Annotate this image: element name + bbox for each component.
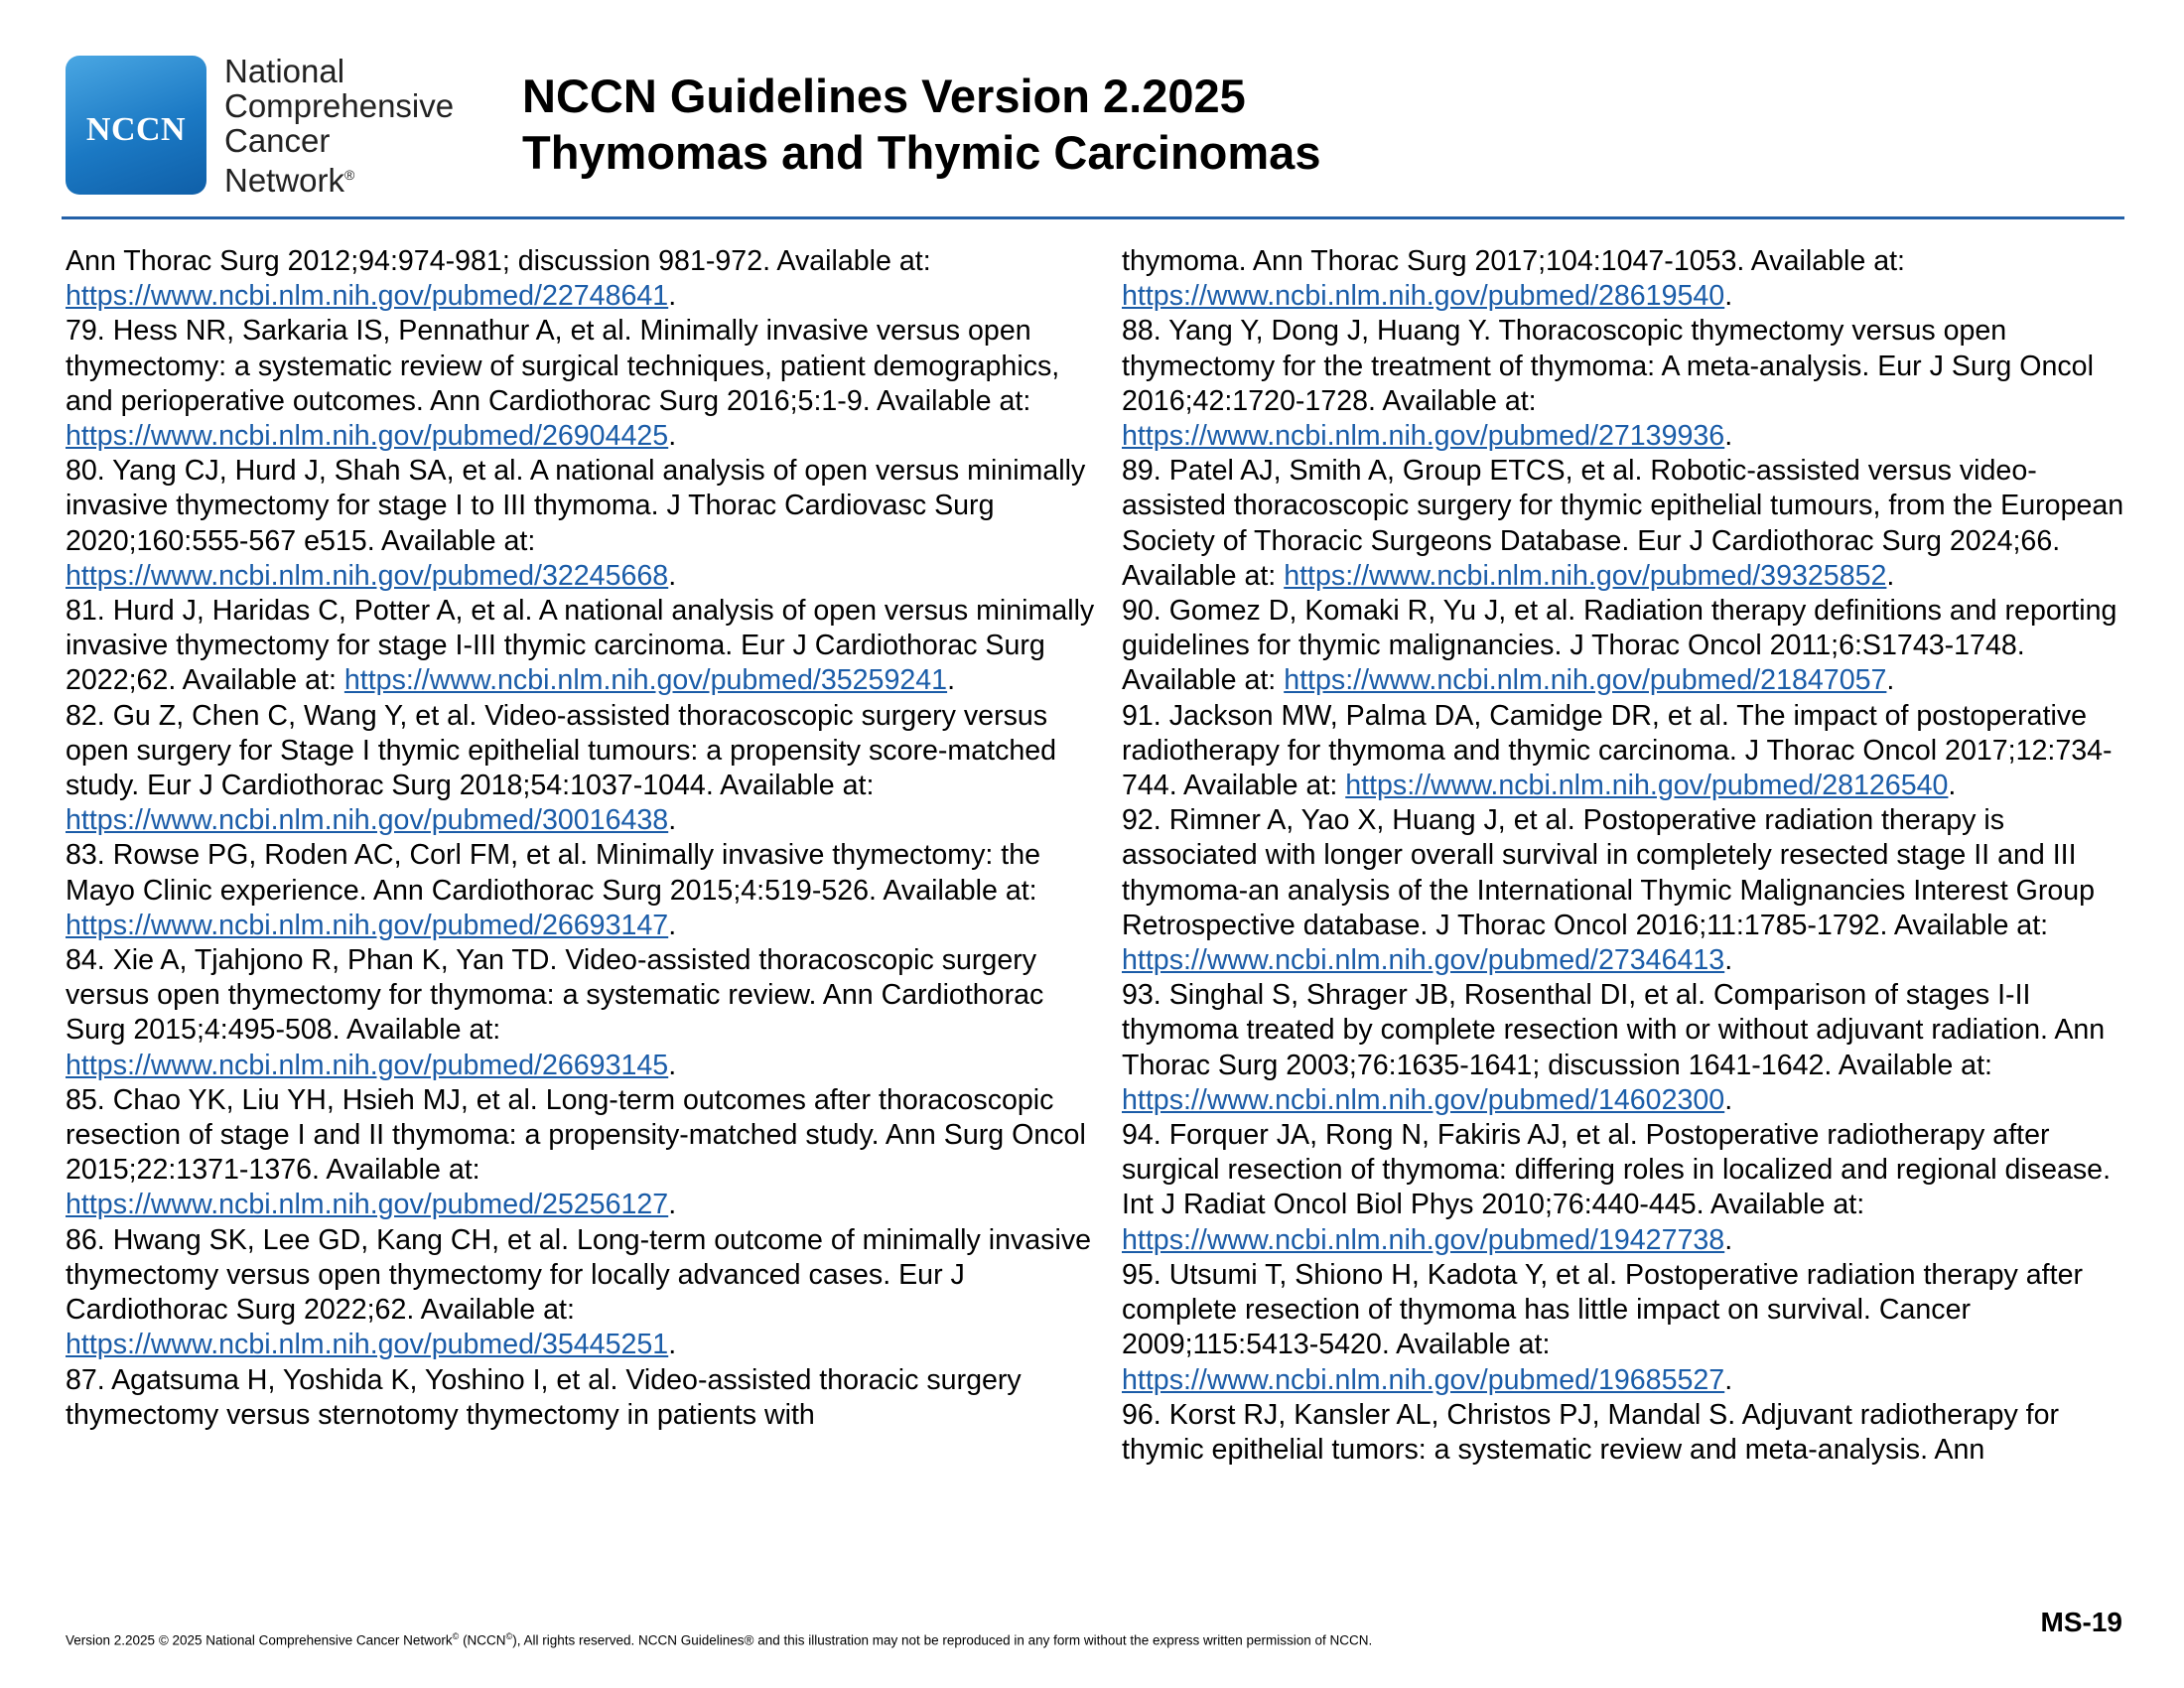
- pubmed-link[interactable]: https://www.ncbi.nlm.nih.gov/pubmed/3525…: [344, 664, 947, 696]
- organization-name: National Comprehensive Cancer Network®: [224, 54, 454, 198]
- reference-text: 84. Xie A, Tjahjono R, Phan K, Yan TD. V…: [66, 944, 1044, 1047]
- pubmed-link[interactable]: https://www.ncbi.nlm.nih.gov/pubmed/1942…: [1122, 1224, 1724, 1256]
- nccn-logo: NCCN: [66, 56, 206, 195]
- pubmed-link[interactable]: https://www.ncbi.nlm.nih.gov/pubmed/2274…: [66, 280, 668, 312]
- reference-text: 87. Agatsuma H, Yoshida K, Yoshino I, et…: [66, 1363, 1022, 1431]
- org-line: National: [224, 53, 345, 89]
- reference-text: 93. Singhal S, Shrager JB, Rosenthal DI,…: [1122, 979, 2106, 1081]
- registered-mark: ®: [344, 167, 355, 183]
- pubmed-link[interactable]: https://www.ncbi.nlm.nih.gov/pubmed/2669…: [66, 1050, 668, 1081]
- pubmed-link[interactable]: https://www.ncbi.nlm.nih.gov/pubmed/2812…: [1345, 770, 1948, 801]
- pubmed-link[interactable]: https://www.ncbi.nlm.nih.gov/pubmed/3932…: [1284, 560, 1886, 592]
- reference-text: 96. Korst RJ, Kansler AL, Christos PJ, M…: [1122, 1398, 2060, 1466]
- reference-text: Ann Thorac Surg 2012;94:974-981; discuss…: [66, 245, 931, 277]
- copyright-footer: Version 2.2025 © 2025 National Comprehen…: [66, 1631, 1372, 1648]
- pubmed-link[interactable]: https://www.ncbi.nlm.nih.gov/pubmed/3544…: [66, 1329, 668, 1360]
- reference-text: 88. Yang Y, Dong J, Huang Y. Thoracoscop…: [1122, 315, 2094, 417]
- pubmed-link[interactable]: https://www.ncbi.nlm.nih.gov/pubmed/2861…: [1122, 280, 1724, 312]
- reference-text: 85. Chao YK, Liu YH, Hsieh MJ, et al. Lo…: [66, 1083, 1086, 1187]
- page-title: NCCN Guidelines Version 2.2025 Thymomas …: [522, 68, 1320, 181]
- reference-item: 90. Gomez D, Komaki R, Yu J, et al. Radi…: [1122, 595, 2117, 697]
- reference-item: 93. Singhal S, Shrager JB, Rosenthal DI,…: [1122, 979, 2106, 1116]
- reference-item: 87. Agatsuma H, Yoshida K, Yoshino I, et…: [66, 1363, 1098, 1433]
- reference-text: 80. Yang CJ, Hurd J, Shah SA, et al. A n…: [66, 455, 1086, 557]
- reference-item: 86. Hwang SK, Lee GD, Kang CH, et al. Lo…: [66, 1223, 1092, 1361]
- reference-text: thymoma. Ann Thorac Surg 2017;104:1047-1…: [1122, 245, 1905, 277]
- org-line-text: Network: [224, 162, 345, 199]
- reference-item: 88. Yang Y, Dong J, Huang Y. Thoracoscop…: [1122, 315, 2094, 453]
- reference-item: thymoma. Ann Thorac Surg 2017;104:1047-1…: [1122, 245, 1905, 313]
- pubmed-link[interactable]: https://www.ncbi.nlm.nih.gov/pubmed/2713…: [1122, 420, 1724, 452]
- reference-item: 82. Gu Z, Chen C, Wang Y, et al. Video-a…: [66, 699, 1057, 837]
- reference-item: 95. Utsumi T, Shiono H, Kadota Y, et al.…: [1122, 1258, 2083, 1396]
- footer-text: ), All rights reserved. NCCN Guidelines®…: [512, 1632, 1373, 1648]
- footer-text: (NCCN: [459, 1632, 506, 1648]
- reference-text: 94. Forquer JA, Rong N, Fakiris AJ, et a…: [1122, 1119, 2112, 1221]
- reference-item: 81. Hurd J, Haridas C, Potter A, et al. …: [66, 595, 1095, 697]
- pubmed-link[interactable]: https://www.ncbi.nlm.nih.gov/pubmed/2669…: [66, 910, 668, 941]
- reference-text: 86. Hwang SK, Lee GD, Kang CH, et al. Lo…: [66, 1223, 1092, 1327]
- reference-item: 84. Xie A, Tjahjono R, Phan K, Yan TD. V…: [66, 944, 1044, 1081]
- org-line: Comprehensive: [224, 87, 455, 124]
- references-left-column: Ann Thorac Surg 2012;94:974-981; discuss…: [66, 244, 1098, 1433]
- reference-item: 79. Hess NR, Sarkaria IS, Pennathur A, e…: [66, 315, 1060, 453]
- org-line: Cancer: [224, 122, 331, 159]
- title-line-version: NCCN Guidelines Version 2.2025: [522, 70, 1246, 122]
- pubmed-link[interactable]: https://www.ncbi.nlm.nih.gov/pubmed/1460…: [1122, 1084, 1724, 1116]
- logo-text: NCCN: [85, 111, 187, 148]
- pubmed-link[interactable]: https://www.ncbi.nlm.nih.gov/pubmed/3001…: [66, 804, 668, 836]
- references-right-column: thymoma. Ann Thorac Surg 2017;104:1047-1…: [1122, 244, 2124, 1468]
- org-line: Network®: [224, 158, 454, 198]
- reference-text: 95. Utsumi T, Shiono H, Kadota Y, et al.…: [1122, 1258, 2083, 1361]
- pubmed-link[interactable]: https://www.ncbi.nlm.nih.gov/pubmed/2690…: [66, 420, 668, 452]
- reference-text: 92. Rimner A, Yao X, Huang J, et al. Pos…: [1122, 804, 2096, 941]
- pubmed-link[interactable]: https://www.ncbi.nlm.nih.gov/pubmed/2525…: [66, 1189, 668, 1220]
- reference-item: 89. Patel AJ, Smith A, Group ETCS, et al…: [1122, 455, 2124, 592]
- pubmed-link[interactable]: https://www.ncbi.nlm.nih.gov/pubmed/2184…: [1284, 664, 1886, 696]
- reference-text: 79. Hess NR, Sarkaria IS, Pennathur A, e…: [66, 315, 1060, 417]
- reference-item: 92. Rimner A, Yao X, Huang J, et al. Pos…: [1122, 804, 2096, 977]
- reference-text: 83. Rowse PG, Roden AC, Corl FM, et al. …: [66, 839, 1041, 907]
- header-divider: [62, 216, 2124, 219]
- title-line-topic: Thymomas and Thymic Carcinomas: [522, 126, 1321, 179]
- pubmed-link[interactable]: https://www.ncbi.nlm.nih.gov/pubmed/1968…: [1122, 1364, 1724, 1396]
- reference-item: Ann Thorac Surg 2012;94:974-981; discuss…: [66, 245, 931, 313]
- footer-text: Version 2.2025 © 2025 National Comprehen…: [66, 1632, 453, 1648]
- reference-item: 83. Rowse PG, Roden AC, Corl FM, et al. …: [66, 839, 1041, 941]
- reference-item: 94. Forquer JA, Rong N, Fakiris AJ, et a…: [1122, 1119, 2112, 1256]
- page-number: MS-19: [2040, 1607, 2122, 1637]
- reference-item: 91. Jackson MW, Palma DA, Camidge DR, et…: [1122, 699, 2113, 802]
- pubmed-link[interactable]: https://www.ncbi.nlm.nih.gov/pubmed/2734…: [1122, 944, 1724, 976]
- reference-item: 96. Korst RJ, Kansler AL, Christos PJ, M…: [1122, 1398, 2124, 1468]
- reference-item: 85. Chao YK, Liu YH, Hsieh MJ, et al. Lo…: [66, 1083, 1086, 1221]
- reference-item: 80. Yang CJ, Hurd J, Shah SA, et al. A n…: [66, 455, 1086, 592]
- reference-text: 82. Gu Z, Chen C, Wang Y, et al. Video-a…: [66, 699, 1057, 802]
- pubmed-link[interactable]: https://www.ncbi.nlm.nih.gov/pubmed/3224…: [66, 560, 668, 592]
